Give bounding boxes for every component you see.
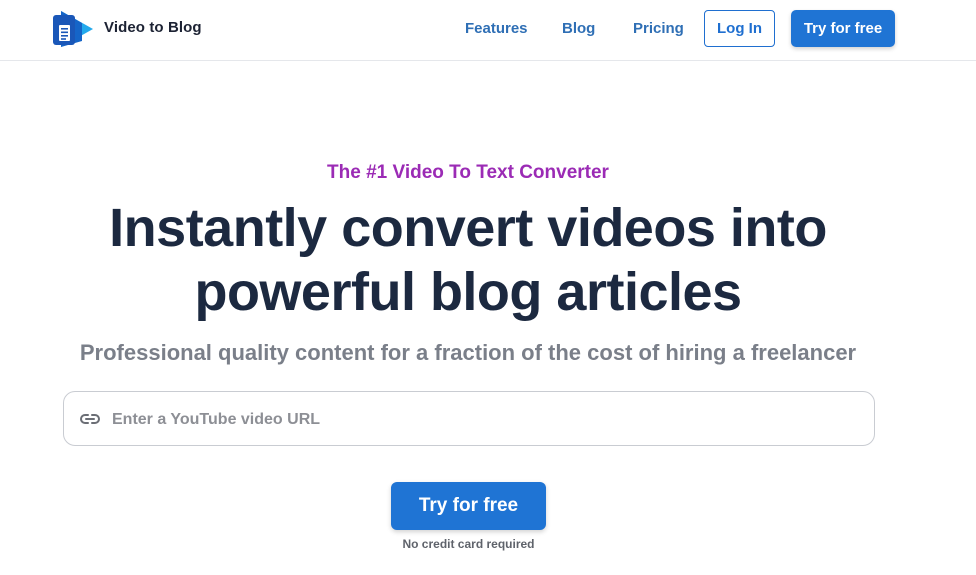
brand-name[interactable]: Video to Blog [104,19,202,36]
login-button[interactable]: Log In [704,10,775,47]
hero-headline-line-1: Instantly convert videos into [109,198,827,258]
nav-link-pricing[interactable]: Pricing [633,20,684,37]
link-icon [80,414,100,424]
nav-link-features[interactable]: Features [465,20,528,37]
nav-link-blog[interactable]: Blog [562,20,595,37]
no-credit-card-note: No credit card required [402,537,535,551]
hero-headline: Instantly convert videos into powerful b… [0,196,936,324]
hero-eyebrow: The #1 Video To Text Converter [327,162,609,183]
hero-headline-line-2: powerful blog articles [194,262,742,322]
try-for-free-nav-button[interactable]: Try for free [791,10,895,47]
try-for-free-hero-button[interactable]: Try for free [391,482,546,530]
hero-subheadline: Professional quality content for a fract… [79,340,857,365]
logo-icon[interactable] [52,7,96,51]
url-input-box[interactable] [63,391,875,447]
youtube-url-input[interactable] [110,392,854,447]
top-navbar: Video to Blog Features Blog Pricing Log … [0,0,976,61]
